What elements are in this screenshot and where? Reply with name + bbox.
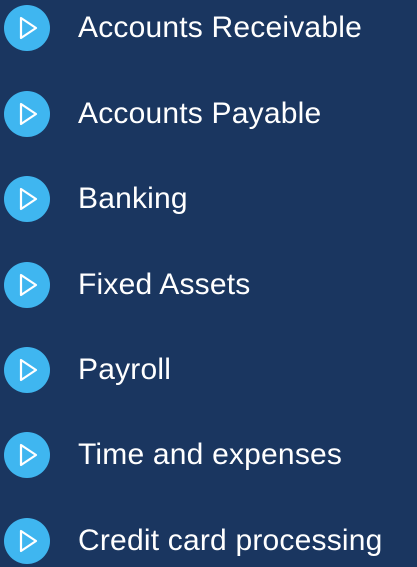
menu-item-label: Time and expenses <box>78 438 343 471</box>
menu-item-label: Fixed Assets <box>78 268 251 301</box>
play-icon <box>4 432 50 478</box>
play-icon <box>4 518 50 564</box>
feature-menu: Accounts Receivable Accounts Payable Ban… <box>0 0 417 564</box>
menu-item-label: Accounts Receivable <box>78 11 362 44</box>
menu-item-label: Accounts Payable <box>78 97 322 130</box>
play-icon <box>4 347 50 393</box>
play-icon <box>4 91 50 137</box>
play-icon <box>4 176 50 222</box>
menu-item-label: Payroll <box>78 353 172 386</box>
menu-item-label: Banking <box>78 182 188 215</box>
play-icon <box>4 262 50 308</box>
play-icon <box>4 5 50 51</box>
menu-item-label: Credit card processing <box>78 524 383 557</box>
